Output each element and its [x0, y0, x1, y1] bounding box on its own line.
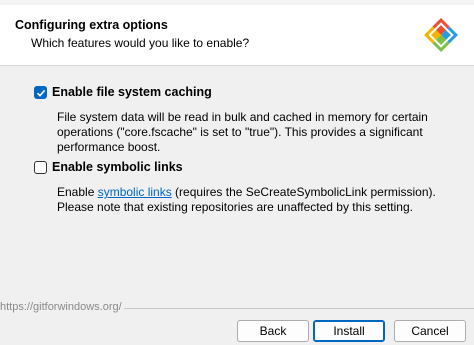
fscache-label[interactable]: Enable file system caching: [52, 85, 212, 99]
wizard-content: Enable file system caching File system d…: [0, 66, 474, 345]
symbolic-links-link[interactable]: symbolic links: [98, 185, 172, 199]
cancel-button[interactable]: Cancel: [394, 320, 466, 342]
symlinks-desc-prefix: Enable: [57, 185, 98, 199]
wizard-header: Configuring extra options Which features…: [0, 5, 474, 66]
back-button[interactable]: Back: [237, 320, 309, 342]
symlinks-description: Enable symbolic links (requires the SeCr…: [57, 185, 457, 215]
git-logo-icon: [424, 18, 458, 52]
fscache-description: File system data will be read in bulk an…: [57, 110, 428, 154]
install-button[interactable]: Install: [313, 320, 385, 342]
footer-divider: [124, 308, 474, 309]
symlinks-checkbox[interactable]: [34, 161, 47, 174]
fscache-checkbox[interactable]: [34, 86, 47, 99]
page-subtitle: Which features would you like to enable?: [31, 36, 250, 50]
symlinks-label[interactable]: Enable symbolic links: [52, 160, 183, 174]
checkmark-icon: [36, 89, 46, 97]
footer-url-link[interactable]: https://gitforwindows.org/: [0, 301, 122, 313]
page-title: Configuring extra options: [15, 18, 168, 32]
